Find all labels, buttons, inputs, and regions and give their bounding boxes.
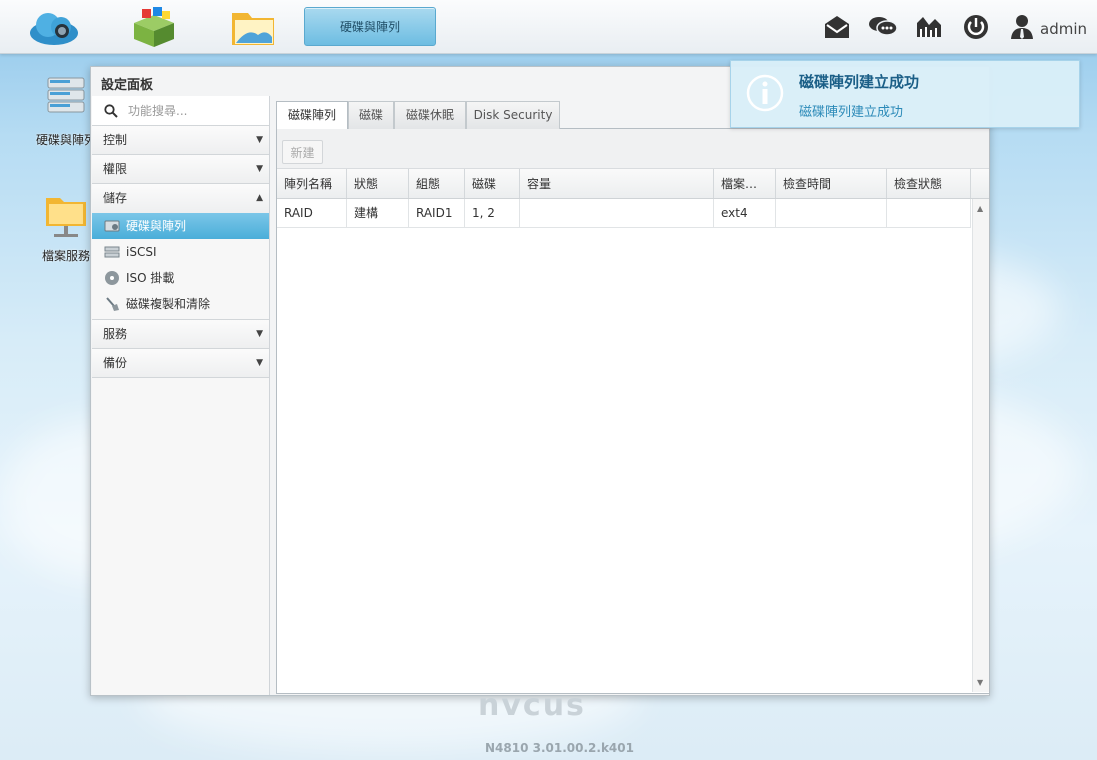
disk-array-icon [104,220,120,232]
settings-panel-window: 設定面板 控制 ▼ 權限 ▼ 儲存 ▲ [90,66,990,696]
sidebar-item-disk-array[interactable]: 硬碟與陣列 [92,213,269,239]
taskbar: 硬碟與陣列 admin [0,0,1097,54]
tab-disk[interactable]: 磁碟 [348,101,394,129]
desktop-icon-file-service[interactable]: 檔案服務 [36,190,96,264]
toolbar: 新建 [277,129,989,169]
tab-disk-security[interactable]: Disk Security [466,101,560,129]
iscsi-icon [104,246,120,258]
notification-toast[interactable]: 磁碟陣列建立成功 磁碟陣列建立成功 [730,60,1080,128]
tab-disk-hibernation[interactable]: 磁碟休眠 [394,101,466,129]
chevron-down-icon: ▼ [256,329,263,339]
category-label: 控制 [103,133,128,147]
chevron-down-icon: ▼ [256,358,263,368]
broom-icon [106,297,119,311]
sidebar-category-service[interactable]: 服務 ▼ [92,320,269,349]
cell-disks: 1, 2 [465,199,520,227]
category-label: 服務 [103,327,128,341]
desktop-icon-label: 硬碟與陣列 [36,133,97,147]
chat-icon[interactable] [868,13,898,41]
column-header[interactable]: 組態 [409,169,465,198]
cell-capacity [520,199,714,227]
chevron-down-icon: ▼ [256,164,263,174]
cell-status: 建構 [347,199,409,227]
column-header[interactable]: 檢查時間 [776,169,887,198]
username-label[interactable]: admin [1040,20,1087,38]
desktop-icon-disk-array[interactable]: 硬碟與陣列 [36,74,96,148]
mail-icon[interactable] [823,13,851,41]
sidebar-category-storage[interactable]: 儲存 ▲ [92,184,269,213]
category-label: 權限 [103,162,128,176]
chevron-down-icon: ▼ [256,135,263,145]
sidebar: 控制 ▼ 權限 ▼ 儲存 ▲ 硬碟與陣列 iS [92,96,270,695]
scroll-up-icon[interactable]: ▲ [977,204,983,213]
storage-submenu: 硬碟與陣列 iSCSI ISO 掛載 磁碟複製和清除 [92,213,269,320]
cell-array-name: RAID [277,199,347,227]
sidebar-category-control[interactable]: 控制 ▼ [92,126,269,155]
system-monitor-icon[interactable] [915,13,943,41]
column-header[interactable]: 狀態 [347,169,409,198]
sidebar-category-privilege[interactable]: 權限 ▼ [92,155,269,184]
column-header[interactable]: 磁碟 [465,169,520,198]
sidebar-item-iso-mount[interactable]: ISO 掛載 [92,265,269,291]
column-header[interactable]: 檢查狀態 [887,169,971,198]
power-icon[interactable] [962,13,990,41]
notification-title: 磁碟陣列建立成功 [799,73,920,91]
cell-filesystem: ext4 [714,199,776,227]
info-icon [746,74,784,112]
cell-check-status [887,199,971,227]
table-header: 陣列名稱 狀態 組態 磁碟 容量 檔案… 檢查時間 檢查狀態 [277,169,989,199]
brand-logo: nvcus [478,688,586,723]
notification-message: 磁碟陣列建立成功 [799,105,904,120]
folder-network-icon [46,198,86,237]
search-icon [104,103,118,118]
table-row[interactable]: RAID 建構 RAID1 1, 2 ext4 [277,199,971,228]
tab-disk-array[interactable]: 磁碟陣列 [276,101,348,130]
sidebar-category-backup[interactable]: 備份 ▼ [92,349,269,378]
cloud-app-icon[interactable] [28,5,80,49]
taskbar-item-disk-array[interactable]: 硬碟與陣列 [304,7,436,46]
vertical-scrollbar[interactable]: ▲ ▼ [972,199,989,692]
sidebar-item-label: ISO 掛載 [126,271,175,285]
hard-disk-icon [47,77,85,113]
search-input[interactable] [128,103,268,118]
cell-config: RAID1 [409,199,465,227]
new-button[interactable]: 新建 [282,140,323,164]
file-manager-icon[interactable] [228,5,280,49]
function-search [92,96,269,126]
column-header[interactable]: 陣列名稱 [277,169,347,198]
category-label: 備份 [103,356,128,370]
category-label: 儲存 [103,191,128,205]
user-icon[interactable] [1010,13,1038,41]
sidebar-item-label: iSCSI [126,245,157,259]
desktop-icon-label: 檔案服務 [41,249,90,263]
scroll-down-icon[interactable]: ▼ [977,678,983,687]
cell-check-time [776,199,887,227]
disk-array-panel: 新建 陣列名稱 狀態 組態 磁碟 容量 檔案… 檢查時間 檢查狀態 RAID 建… [276,129,990,694]
sidebar-item-label: 硬碟與陣列 [126,219,187,233]
content-area: 磁碟陣列 磁碟 磁碟休眠 Disk Security 新建 陣列名稱 狀態 組態… [276,100,990,694]
chevron-up-icon: ▲ [256,193,263,203]
sidebar-item-iscsi[interactable]: iSCSI [92,239,269,265]
sidebar-item-disk-clone-wipe[interactable]: 磁碟複製和清除 [92,291,269,317]
column-header[interactable]: 檔案… [714,169,776,198]
disc-icon [105,271,119,285]
sidebar-item-label: 磁碟複製和清除 [126,297,211,311]
window-title: 設定面板 [101,78,154,93]
app-center-icon[interactable] [128,5,180,49]
column-header[interactable]: 容量 [520,169,714,198]
firmware-version: N4810 3.01.00.2.k401 [485,741,634,755]
